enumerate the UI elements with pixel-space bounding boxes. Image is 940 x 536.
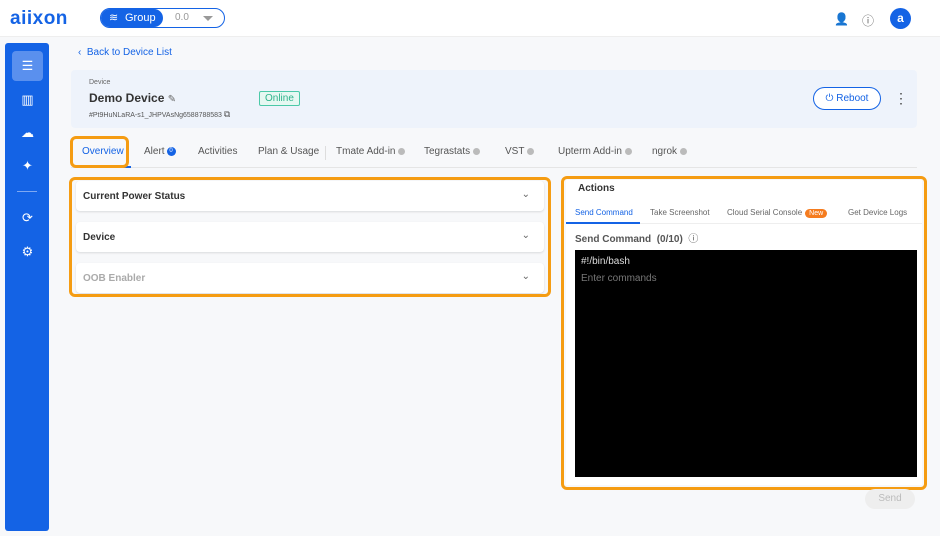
avatar[interactable]: a — [890, 8, 911, 29]
alert-badge: 0 — [166, 146, 176, 156]
logo: aiixon — [10, 8, 68, 29]
tab-plan-usage[interactable]: Plan & Usage — [258, 146, 319, 157]
highlight-box — [70, 136, 129, 168]
tab-activities[interactable]: Activities — [198, 146, 237, 157]
device-name-text: Demo Device — [89, 91, 165, 105]
status-dot — [624, 147, 632, 155]
status-badge: Online — [259, 91, 300, 106]
device-name: Demo Device ✎ — [89, 91, 176, 105]
layers-icon: ≋ — [109, 12, 119, 24]
tab-tmate[interactable]: Tmate Add-in — [336, 146, 406, 157]
tab-alert[interactable]: Alert 0 — [144, 146, 176, 157]
cloud-icon[interactable]: ☁ — [12, 118, 43, 148]
more-icon[interactable]: ⋮ — [894, 90, 908, 107]
device-id-text: #Pt9HuNLaRA-s1_JHPVAsNg6588788583 — [89, 112, 222, 119]
tab-ngrok[interactable]: ngrok — [652, 146, 688, 157]
status-dot — [398, 147, 406, 155]
copy-icon[interactable]: ⧉ — [224, 109, 230, 119]
tab-tegrastats[interactable]: Tegrastats — [424, 146, 481, 157]
bar-chart-icon[interactable]: ▥ — [12, 85, 43, 115]
group-selector[interactable]: ≋ Group 0.0 — [100, 8, 225, 28]
chevron-left-icon: ‹ — [78, 47, 85, 58]
back-link[interactable]: ‹ Back to Device List — [78, 47, 172, 58]
info-icon[interactable]: ⓘ — [862, 12, 874, 29]
reboot-button[interactable]: ⏻ Reboot — [813, 87, 881, 110]
tab-upterm[interactable]: Upterm Add-in — [558, 146, 632, 157]
puzzle-icon[interactable]: ✦ — [12, 151, 43, 181]
highlight-box — [69, 177, 551, 297]
status-dot — [527, 147, 535, 155]
power-icon: ⏻ — [825, 93, 834, 104]
version-select[interactable]: 0.0 — [175, 12, 189, 23]
chevron-down-icon[interactable] — [203, 16, 213, 26]
tab-bar: Overview Alert 0 Activities Plan & Usage … — [71, 138, 917, 168]
tab-vst[interactable]: VST — [505, 146, 535, 157]
highlight-box — [561, 176, 927, 490]
add-user-icon[interactable]: 👤 — [834, 12, 849, 26]
device-label: Device — [89, 79, 111, 86]
device-id: #Pt9HuNLaRA-s1_JHPVAsNg6588788583 ⧉ — [89, 109, 230, 120]
status-dot — [473, 147, 481, 155]
pencil-icon[interactable]: ✎ — [168, 94, 176, 105]
status-dot — [680, 147, 688, 155]
divider — [17, 191, 37, 192]
divider — [325, 146, 326, 160]
gear-icon[interactable]: ⚙ — [12, 237, 43, 267]
send-button[interactable]: Send — [865, 489, 915, 509]
group-toggle[interactable]: ≋ Group — [101, 9, 163, 27]
sync-icon[interactable]: ⟳ — [12, 203, 43, 233]
device-card: Device Demo Device ✎ #Pt9HuNLaRA-s1_JHPV… — [71, 70, 917, 128]
top-bar: aiixon ≋ Group 0.0 👤 ⓘ a — [0, 0, 940, 37]
devices-icon[interactable]: ☰ — [12, 51, 43, 81]
sidebar: ☰ ▥ ☁ ✦ ⟳ ⚙ — [5, 43, 49, 531]
